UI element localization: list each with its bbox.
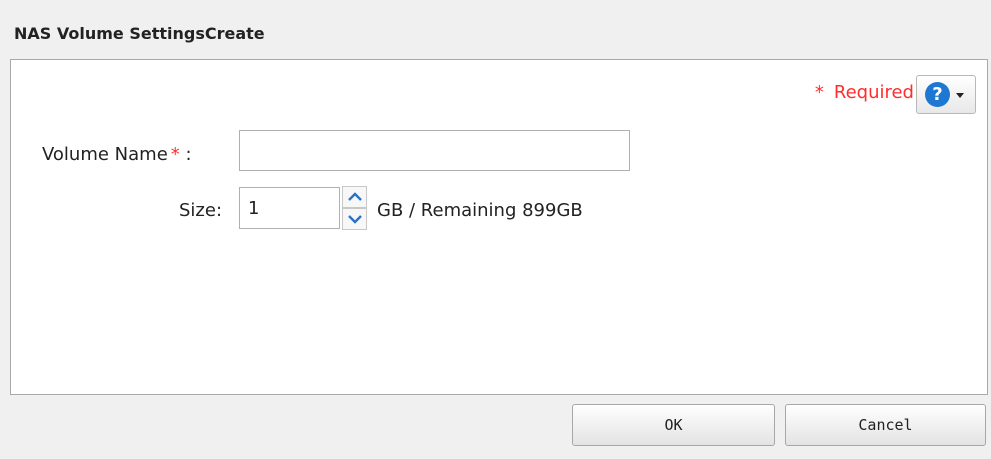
size-decrement-button[interactable] xyxy=(342,208,367,230)
size-remaining-text: GB / Remaining 899GB xyxy=(377,200,583,221)
help-button[interactable]: ? xyxy=(916,75,976,114)
question-circle-icon: ? xyxy=(925,82,950,107)
volume-name-colon: : xyxy=(185,144,192,165)
dialog-title: NAS Volume SettingsCreate xyxy=(14,24,265,43)
title-bar: NAS Volume SettingsCreate xyxy=(0,0,991,58)
dialog-content: * Required ? Volume Name * : Size: 1 GB … xyxy=(10,59,988,395)
volume-name-label-text: Volume Name xyxy=(42,144,168,165)
size-label: Size: xyxy=(179,200,223,221)
volume-name-input[interactable] xyxy=(239,130,630,171)
ok-button[interactable]: OK xyxy=(572,404,775,446)
volume-name-required-star: * xyxy=(170,144,180,165)
chevron-up-icon xyxy=(348,192,362,201)
required-legend: * Required xyxy=(815,82,914,103)
nas-volume-settings-dialog: NAS Volume SettingsCreate * Required ? Vo… xyxy=(0,0,991,459)
required-label: Required xyxy=(833,82,914,103)
size-increment-button[interactable] xyxy=(342,186,367,208)
required-star: * xyxy=(814,82,824,103)
caret-down-icon xyxy=(956,93,964,98)
cancel-button[interactable]: Cancel xyxy=(785,404,986,446)
size-input[interactable] xyxy=(239,187,340,229)
volume-name-label: Volume Name * : xyxy=(42,144,192,165)
size-stepper xyxy=(342,186,367,230)
chevron-down-icon xyxy=(348,215,362,224)
